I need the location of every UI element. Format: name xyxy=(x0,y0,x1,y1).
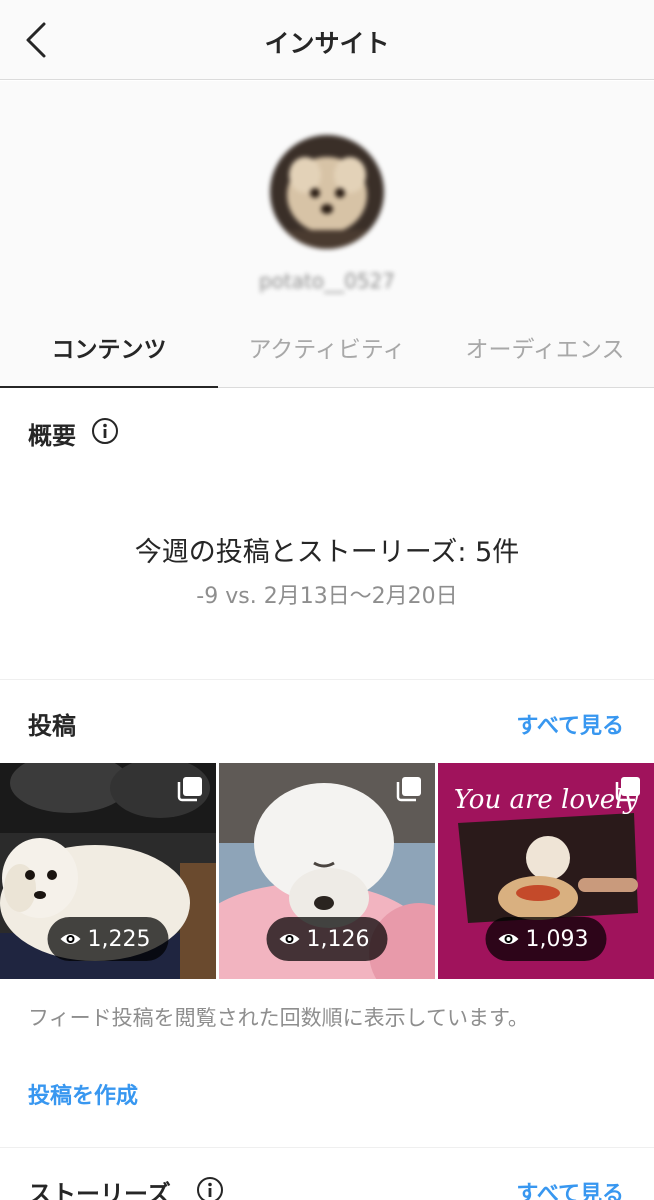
info-icon[interactable] xyxy=(91,417,119,445)
multiple-photos-icon xyxy=(396,777,421,802)
page-title: インサイト xyxy=(264,29,390,58)
post-thumbnail-2[interactable]: 1,126 xyxy=(219,763,435,979)
stories-see-all-link[interactable]: すべて見る xyxy=(516,1176,624,1200)
views-badge: 1,093 xyxy=(485,917,607,961)
tab-audience[interactable]: オーディエンス xyxy=(436,308,654,388)
stories-title: ストーリーズ xyxy=(28,1180,171,1200)
posts-caption: フィード投稿を閲覧された回数順に表示しています。 xyxy=(28,1006,529,1030)
lovely-overlay-text: You are lovely xyxy=(454,785,639,815)
views-badge: 1,225 xyxy=(47,917,169,961)
username: potato__0527 xyxy=(258,269,395,293)
nav-header: インサイト xyxy=(0,0,654,80)
tab-activity[interactable]: アクティビティ xyxy=(218,308,436,388)
create-post-link[interactable]: 投稿を作成 xyxy=(28,1078,138,1110)
eye-icon xyxy=(279,934,300,944)
views-count: 1,126 xyxy=(306,926,370,952)
eye-icon xyxy=(498,934,519,944)
insight-tabs: コンテンツ アクティビティ オーディエンス xyxy=(0,308,654,388)
posts-see-all-link[interactable]: すべて見る xyxy=(516,708,624,740)
info-icon[interactable] xyxy=(196,1176,224,1200)
overview-comparison: -9 vs. 2月13日〜2月20日 xyxy=(196,584,458,609)
overview-title: 概要 xyxy=(28,422,76,450)
views-count: 1,225 xyxy=(87,926,151,952)
overview-summary: 今週の投稿とストーリーズ: 5件 xyxy=(134,537,520,568)
views-count: 1,093 xyxy=(525,926,589,952)
divider xyxy=(0,1147,654,1148)
multiple-photos-icon xyxy=(177,777,202,802)
multiple-photos-icon xyxy=(615,777,640,802)
views-badge: 1,126 xyxy=(266,917,388,961)
profile-section: potato__0527 xyxy=(0,81,654,308)
eye-icon xyxy=(60,934,81,944)
divider xyxy=(0,679,654,680)
post-thumbnail-3[interactable]: You are lovely 1,093 xyxy=(438,763,654,979)
avatar xyxy=(270,135,384,249)
post-thumbnail-1[interactable]: 1,225 xyxy=(0,763,216,979)
posts-title: 投稿 xyxy=(28,712,76,740)
tab-content[interactable]: コンテンツ xyxy=(0,308,218,388)
